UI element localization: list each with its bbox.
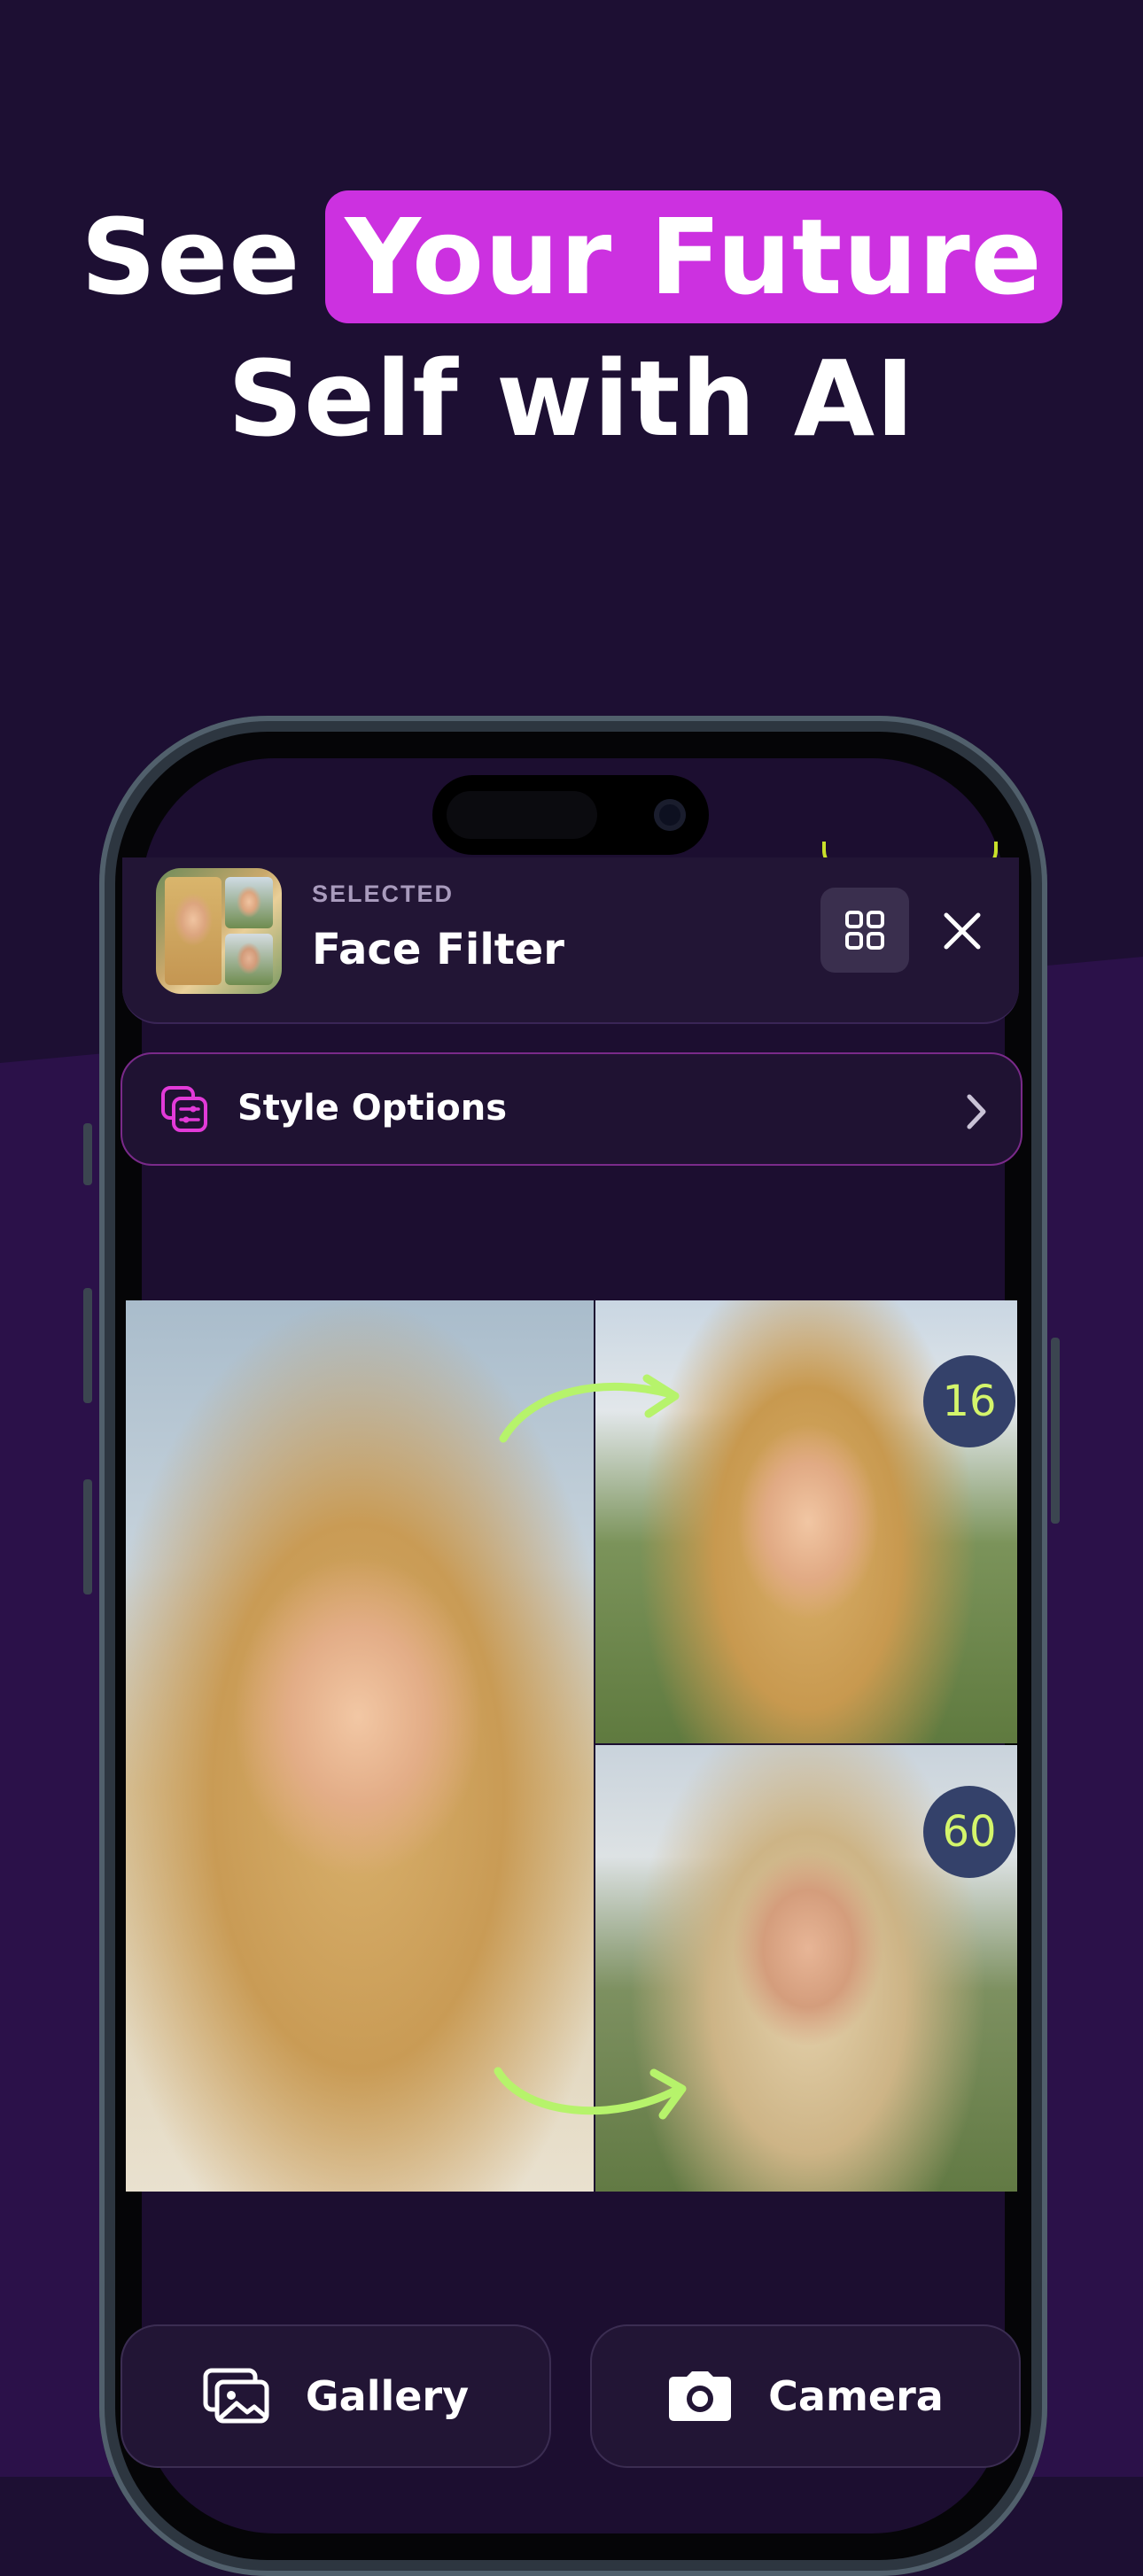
- age-badge-young: 16: [923, 1355, 1015, 1447]
- gallery-label: Gallery: [305, 2372, 470, 2420]
- headline-highlight: Your Future: [325, 190, 1062, 323]
- camera-label: Camera: [768, 2372, 944, 2420]
- phone-side-button: [83, 1123, 92, 1185]
- arrow-icon: [499, 1374, 680, 1443]
- age-badge-old: 60: [923, 1786, 1015, 1878]
- thumbnail-face-old: [225, 934, 273, 985]
- selected-filter-title: Face Filter: [312, 925, 564, 974]
- selected-label: SELECTED: [312, 881, 455, 907]
- gallery-icon: [203, 2368, 269, 2424]
- camera-icon: [669, 2371, 732, 2421]
- phone-power-button: [1051, 1338, 1060, 1524]
- camera-button[interactable]: Camera: [590, 2324, 1021, 2468]
- close-button[interactable]: [936, 900, 989, 962]
- phone-side-button: [83, 1479, 92, 1594]
- grid-view-button[interactable]: [820, 888, 909, 973]
- headline-line-2: Self with AI: [227, 338, 916, 460]
- chevron-right-icon: [967, 1094, 986, 1129]
- grid-icon: [845, 911, 884, 950]
- close-icon: [944, 912, 981, 950]
- front-camera: [654, 799, 686, 831]
- headline: See Your Future Self with AI: [0, 186, 1143, 469]
- headline-word: See: [81, 196, 301, 318]
- phone-side-button: [83, 1288, 92, 1403]
- dynamic-island: [432, 775, 709, 855]
- thumbnail-face-main: [165, 877, 222, 985]
- arrow-icon: [494, 2067, 687, 2120]
- thumbnail-face-young: [225, 877, 273, 928]
- island-sensor: [447, 791, 597, 839]
- style-options-icon: [161, 1086, 207, 1132]
- gallery-button[interactable]: Gallery: [121, 2324, 551, 2468]
- age-comparison-image: 16 60: [126, 1300, 1017, 2192]
- style-options-label: Style Options: [237, 1088, 508, 1129]
- face-filter-thumbnail[interactable]: [156, 868, 282, 994]
- headline-line-1: See Your Future: [0, 186, 1143, 328]
